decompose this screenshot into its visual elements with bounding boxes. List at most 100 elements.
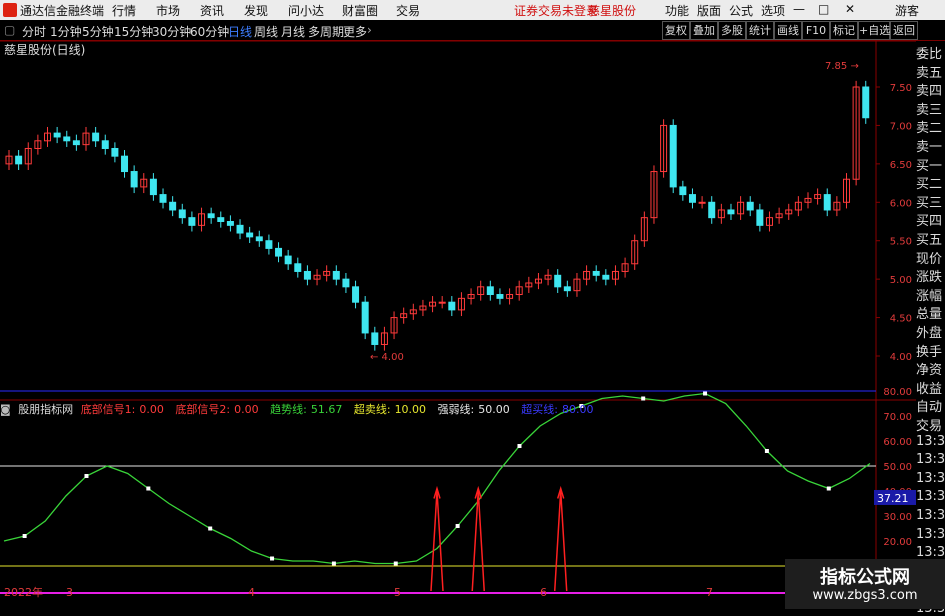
date-label: 4 [248,586,255,599]
menu-gongshi[interactable]: 公式 [729,2,753,19]
indicator-item: 底部信号1: 0.00 [80,403,164,416]
current-value-text: 37.21 [877,492,909,505]
period-30min[interactable]: 30分钟 [152,23,191,40]
candle-body [486,286,494,296]
indicator-axis-label: 20.00 [883,537,912,548]
trend-point [270,556,275,561]
candle-body [217,217,225,223]
chevron-right-icon[interactable]: › [367,23,372,37]
candle-body [448,301,456,311]
btn-tongji[interactable]: 统计 [746,21,774,40]
period-multi[interactable]: 多周期 [308,23,344,40]
btn-biaoji[interactable]: 标记 [830,21,858,40]
period-15min[interactable]: 15分钟 [114,23,153,40]
sidebar-item: 卖一 [916,140,943,155]
indicator-name[interactable]: 股朋指标网 [18,403,73,416]
sidebar-item: 卖三 [916,102,943,118]
watermark: 指标公式网 www.zbgs3.com [785,559,945,609]
guest-label[interactable]: 游客 [895,2,919,19]
candle-body [563,286,571,292]
candle-body [255,236,263,242]
period-weekly[interactable]: 周线 [254,23,278,40]
menu-zixun[interactable]: 资讯 [200,2,224,19]
menu-hangqing[interactable]: 行情 [112,2,136,19]
sidebar-item[interactable]: 自动 [916,396,945,415]
trend-point [84,474,89,478]
period-5min[interactable]: 5分钟 [82,23,114,40]
indicator-settings-icon[interactable]: ◙ [0,403,11,416]
login-status[interactable]: 证券交易未登录 [514,2,598,19]
menu-faxian[interactable]: 发现 [244,2,268,19]
indicator-item: 强弱线: 50.00 [437,403,510,416]
btn-fanhui[interactable]: 返回 [890,21,918,40]
menu-banmian[interactable]: 版面 [697,2,721,19]
date-label: 5 [394,586,401,599]
candle-body [727,209,735,215]
candle-body [708,201,716,219]
period-more[interactable]: 更多 [343,23,367,40]
btn-huaxian[interactable]: 画线 [774,21,802,40]
indicator-axis-label: 30.00 [883,512,912,523]
sidebar-item: 收益 [916,381,943,397]
candle-body [207,213,215,219]
indicator-panel: 80.0070.0060.0050.0040.0030.0020.0037.21… [0,387,916,599]
trend-point [146,486,151,491]
candle-body [226,221,234,226]
btn-diejia[interactable]: 叠加 [690,21,718,40]
candle-body [275,247,283,257]
btn-duogu[interactable]: 多股 [718,21,746,40]
sidebar-item: 净资 [916,363,943,379]
sidebar-item: 总量 [916,307,943,323]
candle-body [149,178,157,196]
candle-body [823,194,831,211]
btn-f10[interactable]: F10 [802,21,830,40]
candle-body [284,255,292,265]
trend-point [826,486,831,491]
period-monthly[interactable]: 月线 [281,23,305,40]
indicator-header: ◙ 股朋指标网 底部信号1: 0.00 底部信号2: 0.00 趋势线: 51.67 … [0,401,602,417]
candle-body [371,332,379,345]
max-price-label: 7.85 → [825,61,859,72]
indicator-axis-label: 50.00 [883,462,912,473]
sidebar-item: 卖四 [916,84,943,100]
candle-body [342,278,350,288]
maximize-icon[interactable]: □ [818,2,829,16]
candle-body [862,86,870,119]
candle-body [361,301,369,334]
date-label: 7 [706,586,713,599]
sidebar-item: 13:33 [916,433,945,449]
sidebar-item: 卖二 [916,121,943,137]
period-fenshi[interactable]: 分时 [22,23,46,40]
sidebar-item: 卖五 [916,65,943,81]
period-daily[interactable]: 日线 [228,23,252,40]
panel-toggle-icon[interactable]: ▢ [4,23,15,37]
btn-zixuan[interactable]: +自选 [858,21,890,40]
btn-fuquan[interactable]: 复权 [662,21,690,40]
menu-jiaoyi[interactable]: 交易 [396,2,420,19]
price-label: 4.00 [890,352,912,363]
sidebar-item: 13:33 [916,489,945,505]
trend-point [517,444,522,448]
candle-body [265,240,273,249]
trend-line [3,392,871,565]
close-icon[interactable]: ✕ [845,2,855,16]
menu-caifuquan[interactable]: 财富圈 [342,2,378,19]
menu-shichang[interactable]: 市场 [156,2,180,19]
sidebar-item[interactable]: 交易 [916,415,945,434]
menu-xuanxiang[interactable]: 选项 [761,2,785,19]
signal-arrow [430,490,444,592]
trend-point [208,526,213,531]
sidebar-item: 涨幅 [916,288,943,304]
main-chart-svg[interactable]: 7.85 → ← 4.00 7.50 7.00 6.50 6.00 5.50 5.00 4.5… [0,40,916,600]
candle-body [236,224,244,234]
menu-gongneng[interactable]: 功能 [665,2,689,19]
period-60min[interactable]: 60分钟 [190,23,229,40]
minimize-icon[interactable]: — [793,2,805,16]
candle-body [554,274,562,288]
top-stock-name: 慈星股份 [588,4,637,18]
menu-wenxiaoda[interactable]: 问小达 [288,2,324,19]
price-axis: 7.50 7.00 6.50 6.00 5.50 5.00 4.50 4.00 [876,83,912,363]
date-label: 6 [540,586,547,599]
period-1min[interactable]: 1分钟 [50,23,82,40]
trend-point [641,396,646,401]
